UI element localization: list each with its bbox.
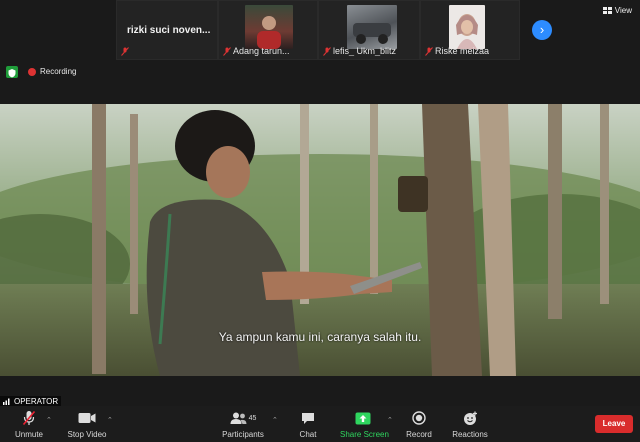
view-label: View bbox=[614, 6, 632, 15]
muted-mic-icon bbox=[223, 47, 231, 56]
share-screen-label: Share Screen bbox=[340, 430, 389, 439]
record-icon bbox=[412, 411, 426, 425]
participant-gallery: rizki suci noven... Adang tarun... lefis… bbox=[0, 0, 640, 60]
participant-tile[interactable]: lefis_ Ukm_blitz bbox=[318, 0, 420, 60]
encryption-shield-icon[interactable] bbox=[6, 66, 18, 78]
person-avatar bbox=[456, 14, 478, 49]
unmute-label: Unmute bbox=[14, 430, 43, 439]
participant-name: Riske meizaa bbox=[435, 46, 490, 56]
participant-video-thumbnail bbox=[347, 5, 397, 49]
participants-options-caret[interactable]: ⌃ bbox=[272, 416, 278, 424]
chat-label: Chat bbox=[299, 430, 317, 439]
participant-video-thumbnail bbox=[449, 5, 485, 49]
view-button[interactable]: View bbox=[602, 6, 632, 15]
participants-icon bbox=[230, 412, 247, 424]
record-button[interactable]: Record bbox=[404, 410, 434, 439]
stop-video-button[interactable]: Stop Video bbox=[66, 410, 108, 439]
participant-name: lefis_ Ukm_blitz bbox=[333, 46, 397, 56]
muted-mic-icon bbox=[323, 47, 331, 56]
participants-count: 45 bbox=[248, 414, 257, 422]
participant-tile[interactable]: rizki suci noven... bbox=[116, 0, 218, 60]
video-options-caret[interactable]: ⌃ bbox=[107, 416, 113, 424]
recording-indicator[interactable]: Recording bbox=[28, 67, 76, 76]
person-avatar bbox=[257, 16, 281, 49]
shield-icon bbox=[8, 69, 16, 78]
reactions-label: Reactions bbox=[452, 430, 488, 439]
unmute-button[interactable]: Unmute bbox=[12, 410, 46, 439]
participants-label: Participants bbox=[222, 430, 264, 439]
participant-name: Adang tarun... bbox=[233, 46, 290, 56]
participants-button[interactable]: 45 Participants bbox=[222, 410, 264, 439]
participant-tile[interactable]: Adang tarun... bbox=[218, 0, 318, 60]
chevron-right-icon: › bbox=[539, 22, 545, 37]
chat-button[interactable]: Chat bbox=[294, 410, 322, 439]
recording-label: Recording bbox=[40, 67, 77, 76]
participant-video-thumbnail bbox=[245, 5, 293, 49]
audio-options-caret[interactable]: ⌃ bbox=[46, 416, 52, 424]
reactions-button[interactable]: Reactions bbox=[452, 410, 488, 439]
participant-name-large: rizki suci noven... bbox=[127, 25, 211, 36]
leave-button[interactable]: Leave bbox=[595, 415, 633, 433]
meeting-toolbar: Unmute ⌃ Stop Video ⌃ 45 Participants ⌃ bbox=[0, 406, 640, 442]
next-page-button[interactable]: › bbox=[532, 20, 552, 40]
signal-bars-icon bbox=[3, 398, 10, 405]
share-options-caret[interactable]: ⌃ bbox=[387, 416, 393, 424]
muted-mic-icon bbox=[121, 47, 129, 56]
smiley-plus-icon bbox=[463, 411, 477, 425]
participant-tile[interactable]: Riske meizaa bbox=[420, 0, 520, 60]
video-camera-icon bbox=[78, 413, 96, 423]
muted-mic-icon bbox=[22, 410, 36, 426]
speaker-name: OPERATOR bbox=[14, 397, 59, 406]
record-label: Record bbox=[406, 430, 432, 439]
recording-dot-icon bbox=[28, 67, 36, 76]
stop-video-label: Stop Video bbox=[67, 430, 107, 439]
vehicle-thumbnail bbox=[353, 23, 391, 44]
muted-mic-icon bbox=[425, 47, 433, 56]
video-subtitle: Ya ampun kamu ini, caranya salah itu. bbox=[218, 330, 422, 344]
grid-icon bbox=[602, 6, 612, 14]
chat-bubble-icon bbox=[302, 412, 314, 424]
share-screen-icon bbox=[355, 412, 371, 424]
share-screen-button[interactable]: Share Screen bbox=[340, 410, 389, 439]
